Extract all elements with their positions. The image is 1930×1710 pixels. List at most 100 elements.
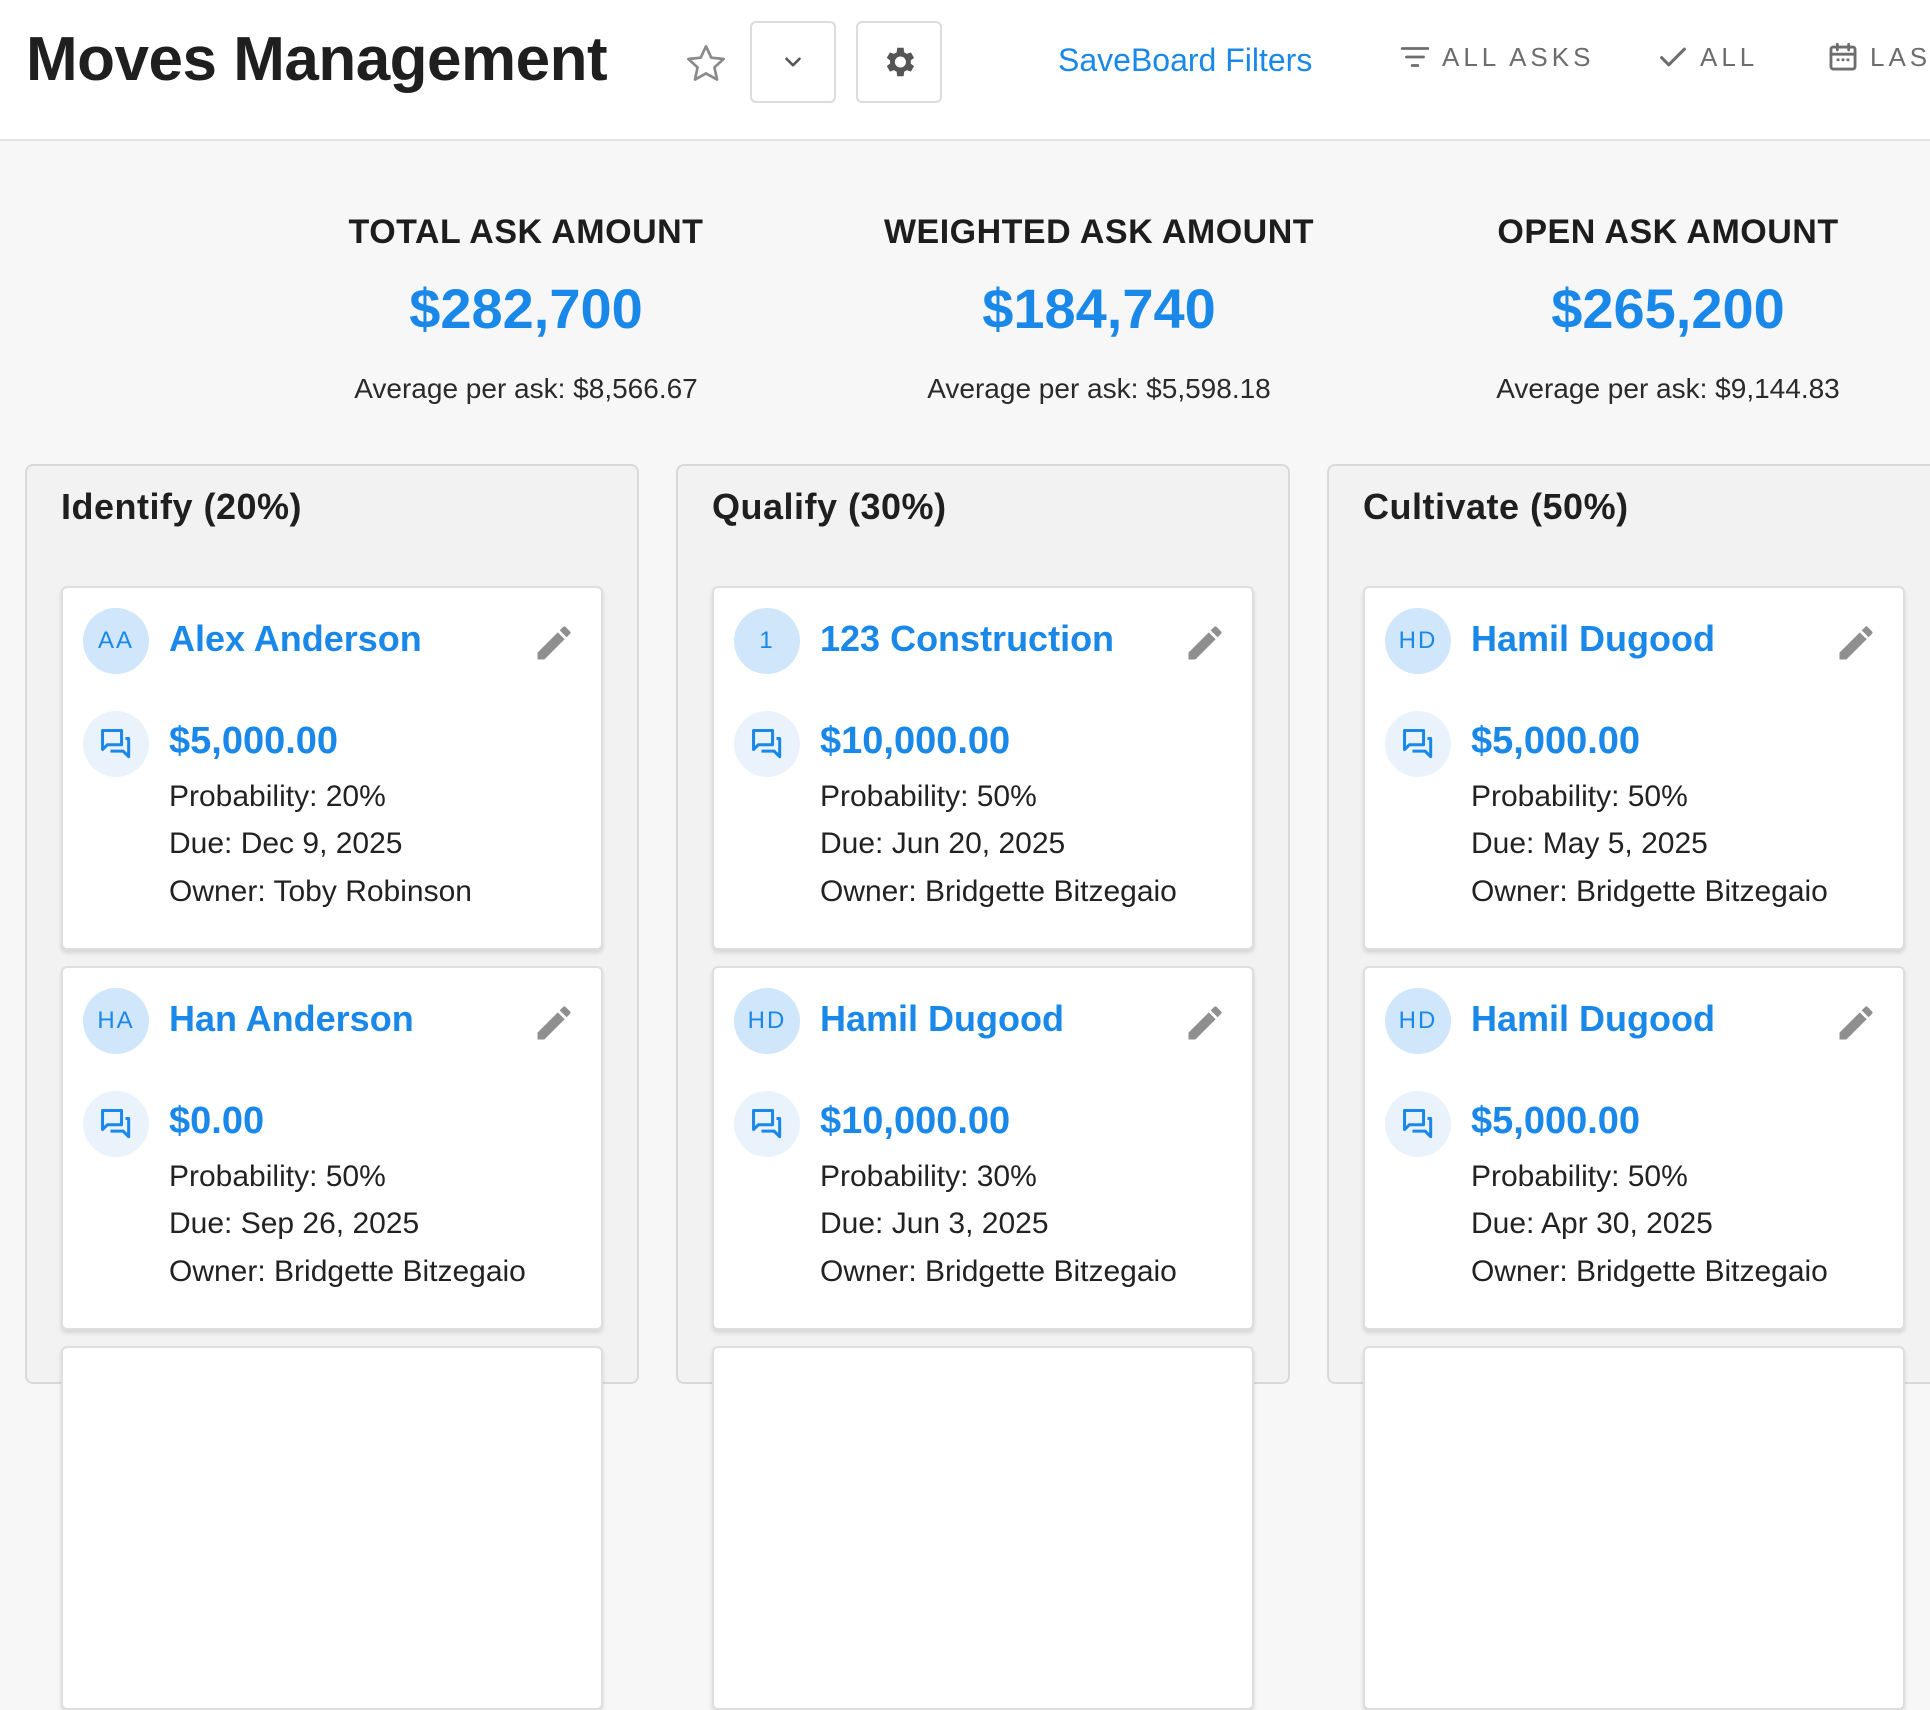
edit-button[interactable] (1180, 618, 1230, 668)
ask-card-partial[interactable] (712, 1346, 1254, 1710)
board-column-identify: Identify (20%) AA Alex Anderson $5,000.0… (25, 464, 639, 1710)
constituent-name-link[interactable]: Han Anderson (169, 998, 414, 1040)
ask-due-date: Due: Jun 20, 2025 (820, 827, 1066, 860)
ask-probability: Probability: 50% (1471, 1160, 1688, 1193)
stat-average: Average per ask: $5,598.18 (927, 373, 1271, 404)
pencil-icon (1188, 1006, 1222, 1040)
avatar: HD (1385, 988, 1451, 1054)
avatar: 1 (734, 608, 800, 674)
board-column-qualify: Qualify (30%) 1 123 Construction $10,000… (676, 464, 1290, 1710)
pencil-icon (1839, 1006, 1873, 1040)
filter-icon (1400, 47, 1430, 67)
chat-icon (1403, 729, 1433, 759)
chevron-down-icon (785, 57, 801, 67)
board-dropdown-button[interactable] (750, 21, 836, 103)
ask-due-date: Due: Jun 3, 2025 (820, 1207, 1049, 1240)
ask-owner: Owner: Bridgette Bitzegaio (169, 1255, 526, 1288)
constituent-name-link[interactable]: Hamil Dugood (1471, 998, 1715, 1040)
stat-average: Average per ask: $9,144.83 (1496, 373, 1840, 404)
star-icon (687, 45, 725, 81)
pencil-icon (1188, 626, 1222, 660)
ask-due-date: Due: Dec 9, 2025 (169, 827, 403, 860)
board-column-cultivate: Cultivate (50%) HD Hamil Dugood $5,000.0… (1327, 464, 1930, 1710)
ask-type-icon-wrap (734, 711, 800, 777)
ask-amount: $0.00 (169, 1100, 265, 1142)
constituent-name-link[interactable]: Hamil Dugood (820, 998, 1064, 1040)
settings-button[interactable] (856, 21, 942, 103)
page-title: Moves Management (26, 25, 608, 94)
ask-card[interactable]: HA Han Anderson $0.00 Probability: 50% D… (61, 966, 603, 1330)
chat-icon (1403, 1109, 1433, 1139)
edit-button[interactable] (1180, 998, 1230, 1048)
stat-label: TOTAL ASK AMOUNT (348, 213, 704, 251)
column-title: Identify (20%) (61, 486, 303, 527)
chat-icon (752, 1109, 782, 1139)
avatar: HD (1385, 608, 1451, 674)
pencil-icon (537, 1006, 571, 1040)
constituent-name-link[interactable]: Hamil Dugood (1471, 618, 1715, 660)
ask-owner: Owner: Toby Robinson (169, 875, 472, 908)
ask-due-date: Due: Sep 26, 2025 (169, 1207, 420, 1240)
save-board-filters-link[interactable]: SaveBoard Filters (1058, 42, 1312, 79)
avatar: HD (734, 988, 800, 1054)
calendar-icon (1829, 42, 1857, 71)
open-ask-stat: OPEN ASK AMOUNT $265,200 Average per ask… (1408, 213, 1928, 405)
ask-amount: $5,000.00 (1471, 720, 1641, 762)
asks-filter-label: ALL ASKS (1442, 41, 1595, 72)
ask-due-date: Due: Apr 30, 2025 (1471, 1207, 1713, 1240)
ask-probability: Probability: 50% (820, 780, 1037, 813)
avatar: HA (83, 988, 149, 1054)
ask-card-partial[interactable] (61, 1346, 603, 1710)
edit-button[interactable] (1831, 998, 1881, 1048)
ask-due-date: Due: May 5, 2025 (1471, 827, 1708, 860)
ask-probability: Probability: 20% (169, 780, 386, 813)
chat-icon (101, 729, 131, 759)
date-filter-label: LAST (1870, 41, 1930, 72)
constituent-name-link[interactable]: Alex Anderson (169, 618, 422, 660)
column-title: Cultivate (50%) (1363, 486, 1629, 527)
favorite-button[interactable] (680, 38, 732, 90)
top-bar: Moves Management SaveBoard Filters ALL A… (0, 0, 1930, 141)
ask-card[interactable]: HD Hamil Dugood $10,000.00 Probability: … (712, 966, 1254, 1330)
ask-amount: $10,000.00 (820, 720, 1011, 762)
ask-card[interactable]: HD Hamil Dugood $5,000.00 Probability: 5… (1363, 586, 1905, 950)
stat-label: OPEN ASK AMOUNT (1497, 213, 1839, 251)
ask-type-icon-wrap (1385, 711, 1451, 777)
ask-type-icon-wrap (83, 711, 149, 777)
pencil-icon (537, 626, 571, 660)
ask-card[interactable]: 1 123 Construction $10,000.00 Probabilit… (712, 586, 1254, 950)
ask-amount: $10,000.00 (820, 1100, 1011, 1142)
ask-owner: Owner: Bridgette Bitzegaio (820, 1255, 1177, 1288)
ask-type-icon-wrap (1385, 1091, 1451, 1157)
total-ask-stat: TOTAL ASK AMOUNT $282,700 Average per as… (266, 213, 786, 405)
edit-button[interactable] (1831, 618, 1881, 668)
pencil-icon (1839, 626, 1873, 660)
ask-amount: $5,000.00 (169, 720, 339, 762)
edit-button[interactable] (529, 998, 579, 1048)
ask-type-icon-wrap (83, 1091, 149, 1157)
ask-card-partial[interactable] (1363, 1346, 1905, 1710)
stat-value: $184,740 (982, 277, 1216, 340)
ask-owner: Owner: Bridgette Bitzegaio (820, 875, 1177, 908)
asks-filter[interactable]: ALL ASKS (1398, 40, 1594, 74)
gear-icon (886, 47, 915, 77)
stat-value: $282,700 (409, 277, 643, 340)
ask-card[interactable]: AA Alex Anderson $5,000.00 Probability: … (61, 586, 603, 950)
ask-owner: Owner: Bridgette Bitzegaio (1471, 875, 1828, 908)
chat-icon (101, 1109, 131, 1139)
ask-probability: Probability: 30% (820, 1160, 1037, 1193)
ask-probability: Probability: 50% (169, 1160, 386, 1193)
status-filter-label: ALL (1700, 41, 1759, 72)
status-filter[interactable]: ALL (1656, 40, 1758, 74)
summary-stats: TOTAL ASK AMOUNT $282,700 Average per as… (0, 141, 1930, 461)
stat-average: Average per ask: $8,566.67 (354, 373, 698, 404)
ask-owner: Owner: Bridgette Bitzegaio (1471, 1255, 1828, 1288)
date-filter[interactable]: LAST (1826, 40, 1930, 74)
ask-card[interactable]: HD Hamil Dugood $5,000.00 Probability: 5… (1363, 966, 1905, 1330)
chat-icon (752, 729, 782, 759)
weighted-ask-stat: WEIGHTED ASK AMOUNT $184,740 Average per… (839, 213, 1359, 405)
column-title: Qualify (30%) (712, 486, 947, 527)
avatar: AA (83, 608, 149, 674)
constituent-name-link[interactable]: 123 Construction (820, 618, 1114, 660)
edit-button[interactable] (529, 618, 579, 668)
